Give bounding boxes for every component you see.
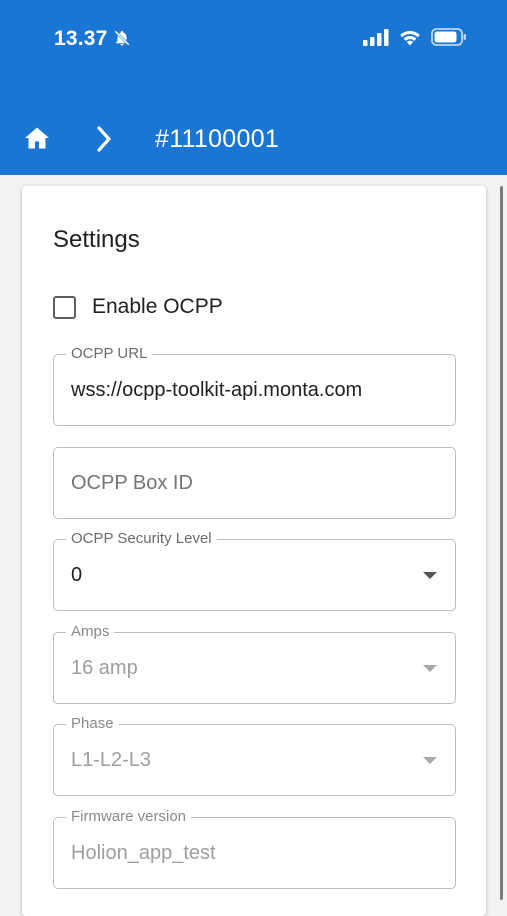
dropdown-arrow-icon[interactable] (423, 572, 437, 579)
phase-select: Phase L1-L2-L3 (53, 715, 456, 796)
ocpp-box-id-field[interactable]: OCPP Box ID (53, 447, 456, 519)
dropdown-arrow-icon (423, 665, 437, 672)
dropdown-arrow-icon (423, 757, 437, 764)
status-icons (363, 28, 467, 46)
ocpp-box-id-placeholder[interactable]: OCPP Box ID (71, 472, 193, 495)
battery-icon (431, 28, 466, 46)
phase-value: L1-L2-L3 (71, 749, 152, 771)
status-time: 13.37 (54, 27, 108, 50)
firmware-version-value: Holion_app_test (71, 842, 216, 864)
ocpp-url-label: OCPP URL (66, 345, 153, 363)
ocpp-security-level-select[interactable]: OCPP Security Level 0 (53, 530, 456, 611)
settings-title: Settings (53, 226, 140, 253)
amps-label: Amps (66, 623, 115, 641)
chevron-right-icon (97, 126, 111, 152)
breadcrumb: #11100001 (0, 115, 507, 163)
bell-slash-icon (114, 30, 130, 46)
enable-ocpp-checkbox[interactable]: Enable OCPP (53, 294, 223, 320)
scroll-gutter (487, 175, 507, 900)
amps-select: Amps 16 amp (53, 623, 456, 704)
checkbox-box[interactable] (53, 295, 76, 319)
signal-icon (363, 28, 389, 46)
ocpp-url-field[interactable]: OCPP URL wss://ocpp-toolkit-api.monta.co… (53, 345, 456, 426)
home-icon[interactable] (24, 126, 50, 150)
app-bar: 13.37 #11100001 (0, 0, 507, 175)
ocpp-url-value[interactable]: wss://ocpp-toolkit-api.monta.com (71, 379, 362, 402)
amps-value: 16 amp (71, 657, 138, 679)
scrollbar[interactable] (500, 186, 503, 900)
ocpp-security-level-value: 0 (71, 564, 83, 586)
enable-ocpp-label: Enable OCPP (92, 295, 223, 318)
ocpp-security-level-label: OCPP Security Level (66, 530, 217, 548)
breadcrumb-title: #11100001 (155, 125, 280, 153)
firmware-version-field: Firmware version Holion_app_test (53, 808, 456, 889)
phase-label: Phase (66, 715, 119, 733)
settings-card: Settings Enable OCPP OCPP URL wss://ocpp… (22, 186, 486, 916)
firmware-version-label: Firmware version (66, 808, 192, 826)
wifi-icon (400, 30, 420, 46)
